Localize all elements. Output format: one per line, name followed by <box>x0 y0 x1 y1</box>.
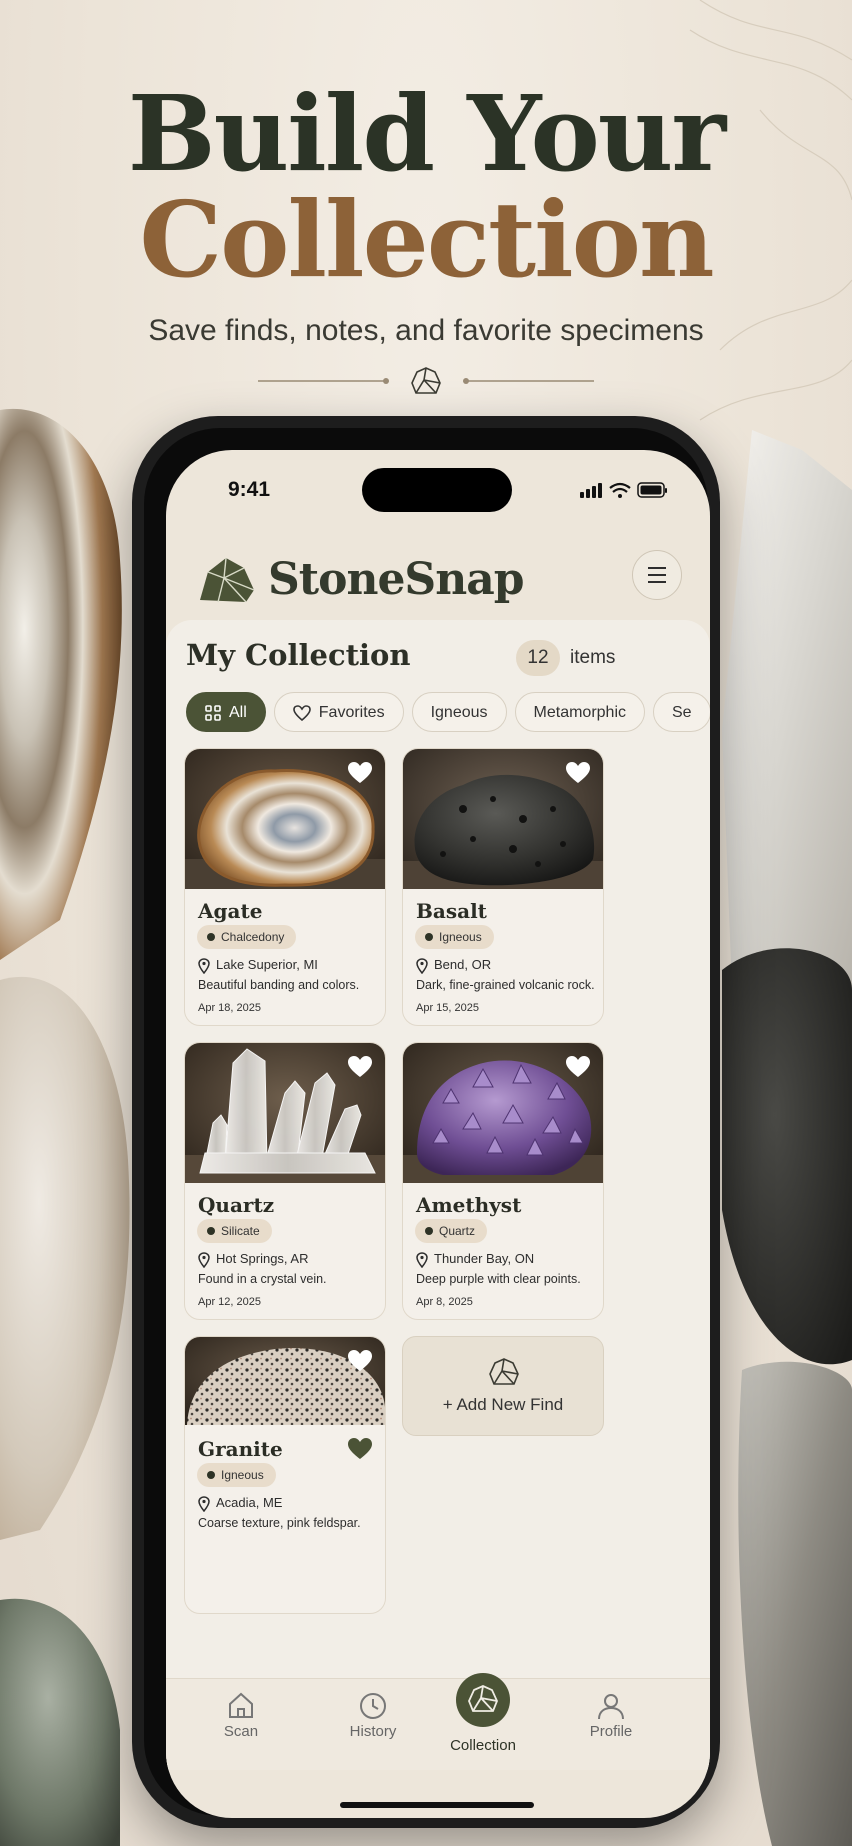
add-new-find-button[interactable]: + Add New Find <box>402 1336 604 1436</box>
tab-label: Collection <box>450 1737 516 1754</box>
filter-chip-sedimentary[interactable]: Se <box>653 692 710 732</box>
specimen-type-tag: Silicate <box>197 1219 272 1243</box>
status-bar: 9:41 <box>166 450 710 530</box>
app-screen: 9:41 StoneSnap My Collection 12 items Al… <box>166 450 710 1818</box>
favorite-heart-icon[interactable] <box>565 761 591 785</box>
status-icons <box>580 482 667 498</box>
collection-tab-circle <box>456 1673 510 1727</box>
location-pin-icon <box>198 1251 210 1268</box>
filter-chip-label: Favorites <box>318 704 385 721</box>
item-count-label: items <box>570 647 616 668</box>
specimen-location: Thunder Bay, ON <box>416 1251 534 1268</box>
stone-icon <box>411 367 441 394</box>
specimen-date: Apr 15, 2025 <box>416 1002 479 1014</box>
add-new-find-label: + Add New Find <box>442 1395 564 1414</box>
specimen-type-tag: Quartz <box>415 1219 488 1243</box>
location-pin-icon <box>416 1251 428 1268</box>
wifi-icon <box>609 482 631 493</box>
stone-icon <box>489 1358 519 1385</box>
app-header: StoneSnap <box>166 542 710 622</box>
page-title: My Collection <box>186 638 411 672</box>
specimen-note: Coarse texture, pink feldspar. <box>198 1516 361 1530</box>
specimen-card-quartz[interactable]: Quartz Silicate Hot Springs, AR Found in… <box>184 1042 386 1320</box>
specimen-type-tag: Igneous <box>415 925 494 949</box>
signal-icon <box>580 483 602 498</box>
battery-icon <box>637 482 667 498</box>
filter-chip-metamorphic[interactable]: Metamorphic <box>514 692 645 732</box>
grid-icon <box>205 704 221 721</box>
hamburger-icon <box>648 567 666 569</box>
filter-chip-igneous[interactable]: Igneous <box>411 692 507 732</box>
hero-title-line-2: Collection <box>139 178 714 301</box>
hero-subtitle: Save finds, notes, and favorite specimen… <box>148 314 704 347</box>
favorited-heart-icon[interactable] <box>347 1437 373 1461</box>
person-icon <box>598 1694 624 1720</box>
specimen-location: Hot Springs, AR <box>198 1251 309 1268</box>
specimen-date: Apr 8, 2025 <box>416 1296 473 1308</box>
favorite-heart-icon[interactable] <box>347 1055 373 1079</box>
hero-title-line-1: Build Your <box>127 72 726 195</box>
specimen-note: Deep purple with clear points. <box>416 1272 581 1286</box>
stone-icon <box>468 1685 498 1712</box>
tab-label: Scan <box>223 1723 259 1740</box>
right-rocks-decoration <box>722 430 852 1846</box>
filter-chip-favorites[interactable]: Favorites <box>273 692 404 732</box>
favorite-heart-icon[interactable] <box>347 761 373 785</box>
bottom-tab-bar: Scan History Collection Profile <box>166 1673 710 1770</box>
hero-headline: Build Your Collection <box>0 82 852 292</box>
specimen-card-granite[interactable]: Granite Igneous Acadia, ME Coarse textur… <box>184 1336 386 1614</box>
status-time: 9:41 <box>228 478 271 501</box>
specimen-note: Found in a crystal vein. <box>198 1272 327 1286</box>
specimen-name: Granite <box>198 1437 283 1461</box>
filter-chip-label: Igneous <box>430 704 488 721</box>
specimen-type-tag: Chalcedony <box>197 925 297 949</box>
specimen-name: Amethyst <box>416 1193 522 1217</box>
filter-chip-label: Se <box>672 704 692 721</box>
specimen-date: Apr 18, 2025 <box>198 1002 261 1014</box>
location-pin-icon <box>416 957 428 974</box>
phone-frame: 9:41 StoneSnap My Collection 12 items Al… <box>132 416 720 1828</box>
filter-chip-all[interactable]: All <box>186 692 266 732</box>
app-brand-name: StoneSnap <box>268 554 524 605</box>
item-count-badge: 12 <box>516 640 560 676</box>
tab-label: History <box>349 1723 397 1740</box>
home-icon <box>229 1692 253 1718</box>
specimen-note: Dark, fine-grained volcanic rock. <box>416 978 595 992</box>
collection-panel: My Collection 12 items All Favorites Ign… <box>166 620 710 1770</box>
specimen-name: Agate <box>198 899 263 923</box>
favorite-heart-icon[interactable] <box>565 1055 591 1079</box>
location-pin-icon <box>198 957 210 974</box>
specimen-location: Bend, OR <box>416 957 491 974</box>
specimen-location: Acadia, ME <box>198 1495 282 1512</box>
stonesnap-logo-icon <box>200 557 255 603</box>
specimen-card-basalt[interactable]: Basalt Igneous Bend, OR Dark, fine-grain… <box>402 748 604 1026</box>
filter-chip-label: Metamorphic <box>533 704 626 721</box>
specimen-card-agate[interactable]: Agate Chalcedony Lake Superior, MI Beaut… <box>184 748 386 1026</box>
favorite-heart-icon[interactable] <box>347 1349 373 1373</box>
menu-button[interactable] <box>632 550 682 600</box>
specimen-name: Basalt <box>416 899 487 923</box>
filter-chip-label: All <box>229 704 247 721</box>
ornament-divider <box>258 367 594 394</box>
filter-chips: All Favorites Igneous Metamorphic Se <box>186 692 710 732</box>
left-rocks-decoration <box>0 408 130 1846</box>
specimen-name: Quartz <box>198 1193 275 1217</box>
specimen-type-tag: Igneous <box>197 1463 276 1487</box>
clock-icon <box>360 1693 386 1719</box>
specimen-note: Beautiful banding and colors. <box>198 978 360 992</box>
heart-outline-icon <box>292 704 311 721</box>
home-indicator <box>340 1802 534 1808</box>
dynamic-island <box>362 468 512 512</box>
specimen-location: Lake Superior, MI <box>198 957 318 974</box>
location-pin-icon <box>198 1495 210 1512</box>
specimen-date: Apr 12, 2025 <box>198 1296 261 1308</box>
tab-label: Profile <box>589 1723 633 1740</box>
specimen-card-amethyst[interactable]: Amethyst Quartz Thunder Bay, ON Deep pur… <box>402 1042 604 1320</box>
